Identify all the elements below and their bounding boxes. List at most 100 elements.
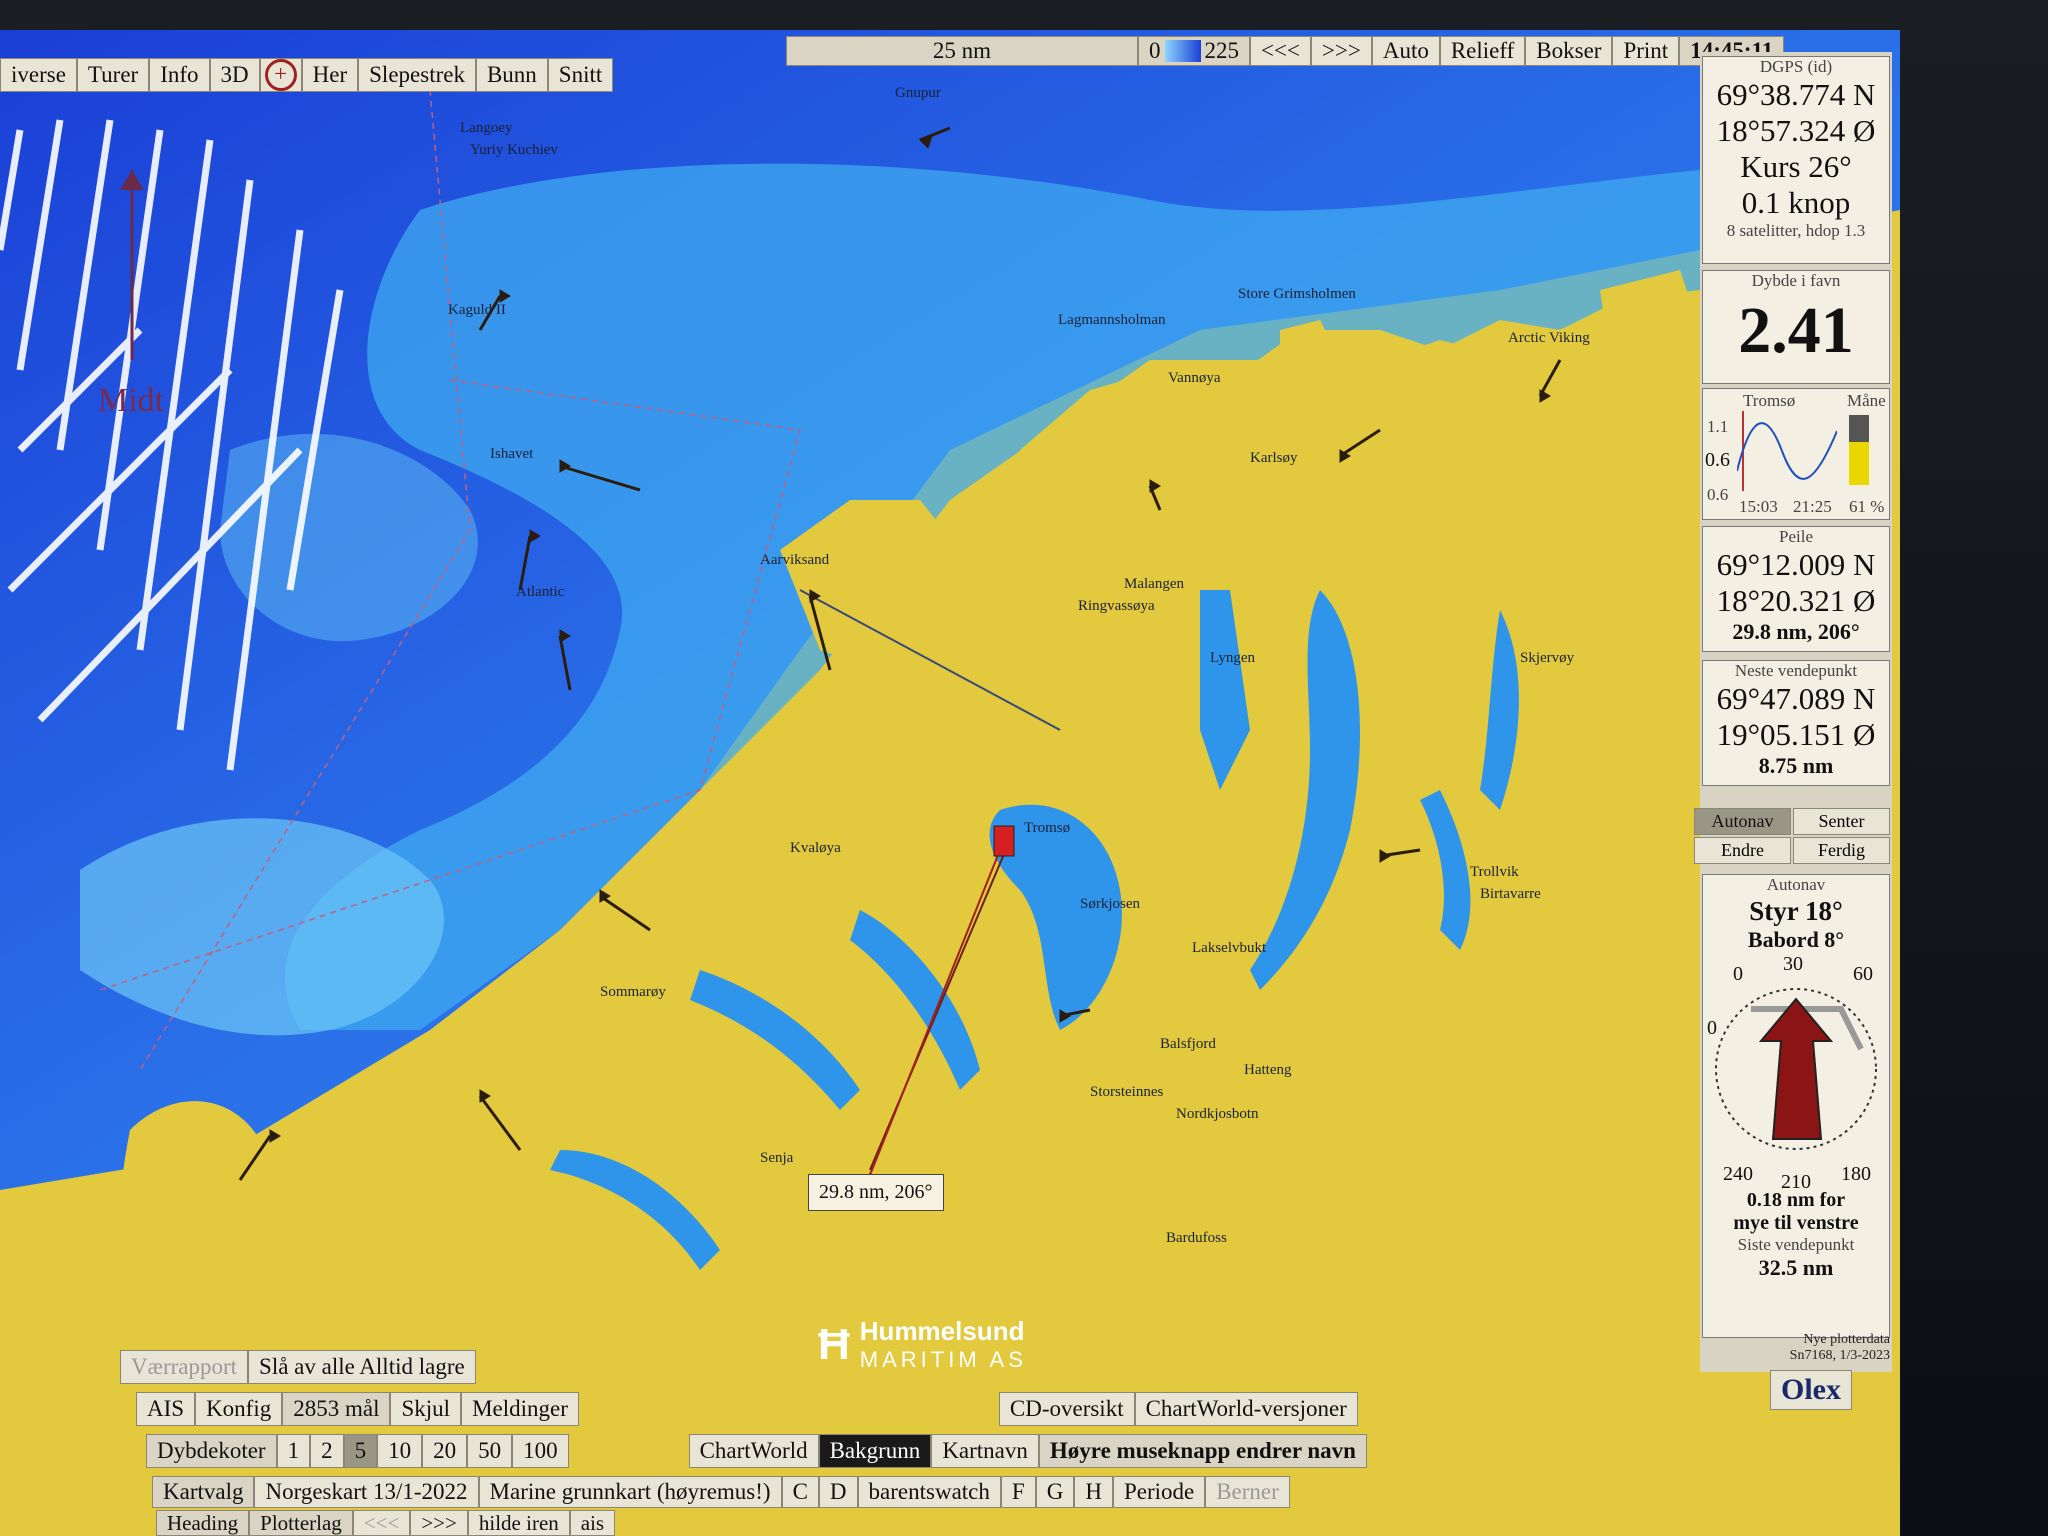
bokser-button[interactable]: Bokser [1525, 36, 1613, 66]
berner-button[interactable]: Berner [1205, 1476, 1290, 1508]
steer-message-2: mye til venstre [1733, 1212, 1859, 1234]
bearing-title: Peile [1779, 527, 1813, 546]
menu-her[interactable]: Her [301, 58, 359, 92]
endre-button[interactable]: Endre [1694, 837, 1791, 864]
nautical-chart[interactable] [0, 30, 1900, 1536]
auto-button[interactable]: Auto [1371, 36, 1440, 66]
map-label: Lagmannsholman [1058, 312, 1166, 328]
ais-layer-button[interactable]: ais [569, 1510, 616, 1536]
next-button[interactable]: >>> [1310, 36, 1372, 66]
autonav-button[interactable]: Autonav [1694, 808, 1791, 835]
chart-screen[interactable]: Gnupur Langoey Yuriy Kuchiev Kaguld II I… [0, 30, 1900, 1536]
depth-level-2[interactable]: 2 [310, 1434, 344, 1468]
menu-iverse[interactable]: iverse [0, 58, 77, 92]
map-label: Balsfjord [1160, 1036, 1216, 1052]
next-waypoint-title: Neste vendepunkt [1734, 661, 1858, 680]
map-label: Trollvik [1470, 864, 1519, 880]
logo-subtitle: MARITIM AS [859, 1347, 1027, 1372]
slaa-av-alle-button[interactable]: Slå av alle Alltid lagre [248, 1350, 476, 1384]
depth-level-5[interactable]: 5 [343, 1434, 378, 1468]
rudder-arrow-icon [1758, 997, 1834, 1140]
gps-latitude: 69°38.774 N [1716, 77, 1876, 112]
depth-level-1[interactable]: 1 [276, 1434, 311, 1468]
senter-button[interactable]: Senter [1793, 808, 1890, 835]
map-label: Yuriy Kuchiev [470, 142, 558, 158]
bottom-row-5: Kartvalg Norgeskart 13/1-2022 Marine gru… [152, 1476, 1290, 1508]
depth-level-20[interactable]: 20 [422, 1434, 468, 1468]
prev-button[interactable]: <<< [1250, 36, 1311, 66]
hint-text: Høyre museknapp endrer navn [1038, 1434, 1367, 1468]
chart-g-button[interactable]: G [1035, 1476, 1075, 1508]
gps-panel: DGPS (id) 69°38.774 N 18°57.324 Ø Kurs 2… [1702, 56, 1890, 264]
chart-d-button[interactable]: D [818, 1476, 858, 1508]
chartworld-versjoner-button[interactable]: ChartWorld-versjoner [1134, 1392, 1358, 1426]
hilde-iren-button[interactable]: hilde iren [467, 1510, 570, 1536]
bottom-row-6: Heading Plotterlag <<< >>> hilde iren ai… [156, 1510, 616, 1536]
chart-c-button[interactable]: C [781, 1476, 819, 1508]
chart-h-button[interactable]: H [1074, 1476, 1113, 1508]
gps-title: DGPS (id) [1759, 57, 1833, 76]
menu-info[interactable]: Info [149, 58, 210, 92]
map-label: Arctic Viking [1508, 330, 1590, 346]
midt-label: Midt [98, 382, 165, 419]
plotter-info-line-2: Sn7168, 1/3-2023 [1789, 1348, 1890, 1363]
tide-panel: Tromsø Måne 1.1 0.6 0.6 15:03 21:25 61 % [1702, 388, 1890, 520]
menu-snitt[interactable]: Snitt [547, 58, 614, 92]
own-vessel-icon[interactable] [993, 825, 1015, 857]
menu-bunn[interactable]: Bunn [475, 58, 548, 92]
periode-button[interactable]: Periode [1112, 1476, 1206, 1508]
plotterlag-prev-button[interactable]: <<< [352, 1510, 411, 1536]
map-label: Sørkjosen [1080, 896, 1140, 912]
compass-label: 180 [1841, 1163, 1871, 1185]
tide-time-start: 15:03 [1739, 497, 1778, 516]
vaerrapport-button[interactable]: Værrapport [120, 1350, 249, 1384]
chartworld-button[interactable]: ChartWorld [688, 1434, 819, 1468]
target-icon[interactable]: + [259, 58, 302, 92]
relieff-button[interactable]: Relieff [1439, 36, 1526, 66]
top-status-bar: 25 nm 0 225 <<< >>> Auto Relieff Bokser … [786, 36, 1785, 66]
tide-axis-label: 1.1 [1707, 417, 1729, 436]
depth-title: Dybde i favn [1751, 271, 1841, 290]
tide-time-end: 21:25 [1793, 497, 1832, 516]
kartnavn-button[interactable]: Kartnavn [931, 1434, 1039, 1468]
depth-legend-max: 225 [1204, 38, 1240, 63]
map-label: Nordkjosbotn [1176, 1106, 1259, 1122]
chart-f-button[interactable]: F [1000, 1476, 1036, 1508]
marine-grunnkart-button[interactable]: Marine grunnkart (høyremus!) [478, 1476, 782, 1508]
menu-slepestrek[interactable]: Slepestrek [358, 58, 476, 92]
next-waypoint-longitude: 19°05.151 Ø [1716, 717, 1876, 752]
steering-compass: 30 0 60 0 240 210 180 [1703, 953, 1889, 1193]
plotterlag-next-button[interactable]: >>> [410, 1510, 468, 1536]
ais-button[interactable]: AIS [136, 1392, 196, 1426]
steer-offset: Babord 8° [1747, 927, 1845, 952]
print-button[interactable]: Print [1612, 36, 1680, 66]
depth-panel: Dybde i favn 2.41 [1702, 270, 1890, 384]
olex-brand-button[interactable]: Olex [1770, 1370, 1852, 1410]
map-label: Kvaløya [790, 840, 841, 856]
konfig-button[interactable]: Konfig [195, 1392, 283, 1426]
depth-level-50[interactable]: 50 [467, 1434, 513, 1468]
cd-oversikt-button[interactable]: CD-oversikt [998, 1392, 1135, 1426]
map-label: Lakselvbukt [1192, 940, 1267, 956]
barentswatch-button[interactable]: barentswatch [857, 1476, 1001, 1508]
company-logo: Ħ Hummelsund MARITIM AS [818, 1316, 1027, 1373]
next-waypoint-distance: 8.75 nm [1758, 753, 1834, 778]
depth-level-100[interactable]: 100 [512, 1434, 569, 1468]
ferdig-button[interactable]: Ferdig [1793, 837, 1890, 864]
bakgrunn-button[interactable]: Bakgrunn [818, 1434, 932, 1468]
depth-level-10[interactable]: 10 [377, 1434, 423, 1468]
scale-bar: 25 nm [786, 36, 1138, 66]
bearing-tag: 29.8 nm, 206° [808, 1174, 944, 1211]
bottom-row-2: AIS Konfig 2853 mål Skjul Meldinger CD-o… [136, 1392, 1358, 1426]
map-label: Hatteng [1244, 1062, 1292, 1078]
menu-turer[interactable]: Turer [76, 58, 150, 92]
skjul-button[interactable]: Skjul [390, 1392, 462, 1426]
autonav-controls: Autonav Senter Endre Ferdig [1694, 808, 1890, 864]
map-label: Ishavet [490, 446, 534, 462]
compass-label: 210 [1781, 1171, 1811, 1193]
norgeskart-button[interactable]: Norgeskart 13/1-2022 [254, 1476, 479, 1508]
map-label: Skjervøy [1520, 650, 1575, 666]
meldinger-button[interactable]: Meldinger [461, 1392, 579, 1426]
menu-3d[interactable]: 3D [209, 58, 260, 92]
